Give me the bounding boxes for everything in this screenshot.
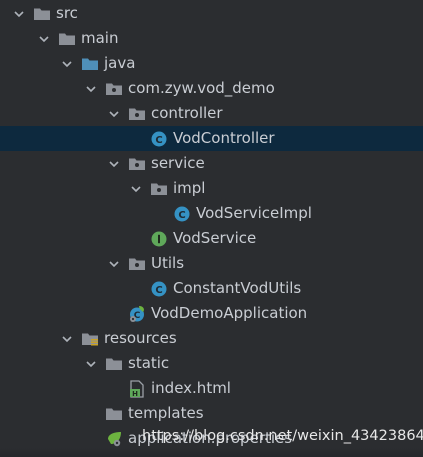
tree-item-service[interactable]: service (0, 151, 423, 176)
folder-icon (105, 355, 123, 373)
spring-boot-class-icon: C (128, 305, 146, 323)
interface-icon (150, 230, 168, 248)
class-icon: C (150, 280, 168, 298)
project-tree: src main java com.zyw.vod_demo controlle… (0, 0, 423, 457)
html-file-icon: H (128, 379, 146, 398)
tree-item-voddemoapplication[interactable]: C VodDemoApplication (0, 301, 423, 326)
tree-item-label: service (151, 154, 205, 172)
tree-item-src[interactable]: src (0, 1, 423, 26)
tree-item-utils[interactable]: Utils (0, 251, 423, 276)
tree-item-label: VodService (173, 229, 257, 247)
source-folder-icon (81, 55, 99, 73)
tree-item-label: VodServiceImpl (196, 204, 312, 222)
class-icon: C (150, 130, 168, 148)
chevron-down-icon[interactable] (106, 256, 122, 272)
tree-item-label: templates (128, 404, 204, 422)
chevron-down-icon[interactable] (59, 56, 75, 72)
tree-item-label: src (56, 4, 78, 22)
package-icon (128, 255, 146, 273)
tree-item-label: VodController (173, 129, 275, 147)
chevron-down-icon[interactable] (106, 106, 122, 122)
folder-icon (58, 30, 76, 48)
watermark: https://blog.csdn.net/weixin_43423864 (142, 428, 423, 444)
tree-item-controller[interactable]: controller (0, 101, 423, 126)
tree-item-templates[interactable]: templates (0, 401, 423, 426)
tree-item-vodservice[interactable]: VodService (0, 226, 423, 251)
svg-text:H: H (132, 389, 138, 397)
chevron-down-icon[interactable] (128, 181, 144, 197)
tree-item-resources[interactable]: resources (0, 326, 423, 351)
svg-text:C: C (155, 284, 162, 295)
tree-item-static[interactable]: static (0, 351, 423, 376)
tree-item-vodserviceimpl[interactable]: C VodServiceImpl (0, 201, 423, 226)
tree-item-label: VodDemoApplication (151, 304, 308, 322)
tree-item-java[interactable]: java (0, 51, 423, 76)
folder-icon (33, 5, 51, 23)
tree-item-label: com.zyw.vod_demo (128, 79, 275, 97)
chevron-down-icon[interactable] (83, 81, 99, 97)
tree-item-label: main (81, 29, 119, 47)
tree-item-main[interactable]: main (0, 26, 423, 51)
tree-item-label: impl (173, 179, 206, 197)
tree-item-constantvodutils[interactable]: C ConstantVodUtils (0, 276, 423, 301)
tree-item-label: ConstantVodUtils (173, 279, 302, 297)
package-icon (150, 180, 168, 198)
tree-item-label: static (128, 354, 170, 372)
chevron-down-icon[interactable] (36, 31, 52, 47)
package-icon (128, 105, 146, 123)
package-icon (105, 80, 123, 98)
tree-item-label: controller (151, 104, 223, 122)
tree-item-impl[interactable]: impl (0, 176, 423, 201)
package-icon (128, 155, 146, 173)
folder-icon (105, 405, 123, 423)
chevron-down-icon[interactable] (83, 356, 99, 372)
chevron-down-icon[interactable] (59, 331, 75, 347)
bottom-edge (0, 448, 423, 457)
chevron-down-icon[interactable] (106, 156, 122, 172)
svg-text:C: C (155, 134, 162, 145)
resources-folder-icon (81, 330, 99, 348)
tree-item-label: Utils (151, 254, 185, 272)
tree-item-com-zyw-vod-demo[interactable]: com.zyw.vod_demo (0, 76, 423, 101)
tree-item-label: resources (104, 329, 177, 347)
tree-item-index-html[interactable]: H index.html (0, 376, 423, 401)
svg-text:C: C (178, 209, 185, 220)
tree-item-label: index.html (151, 379, 231, 397)
tree-item-vodcontroller[interactable]: C VodController (0, 126, 423, 151)
chevron-down-icon[interactable] (11, 6, 27, 22)
class-icon: C (173, 205, 191, 223)
tree-item-label: java (104, 54, 136, 72)
properties-file-icon (105, 430, 123, 448)
